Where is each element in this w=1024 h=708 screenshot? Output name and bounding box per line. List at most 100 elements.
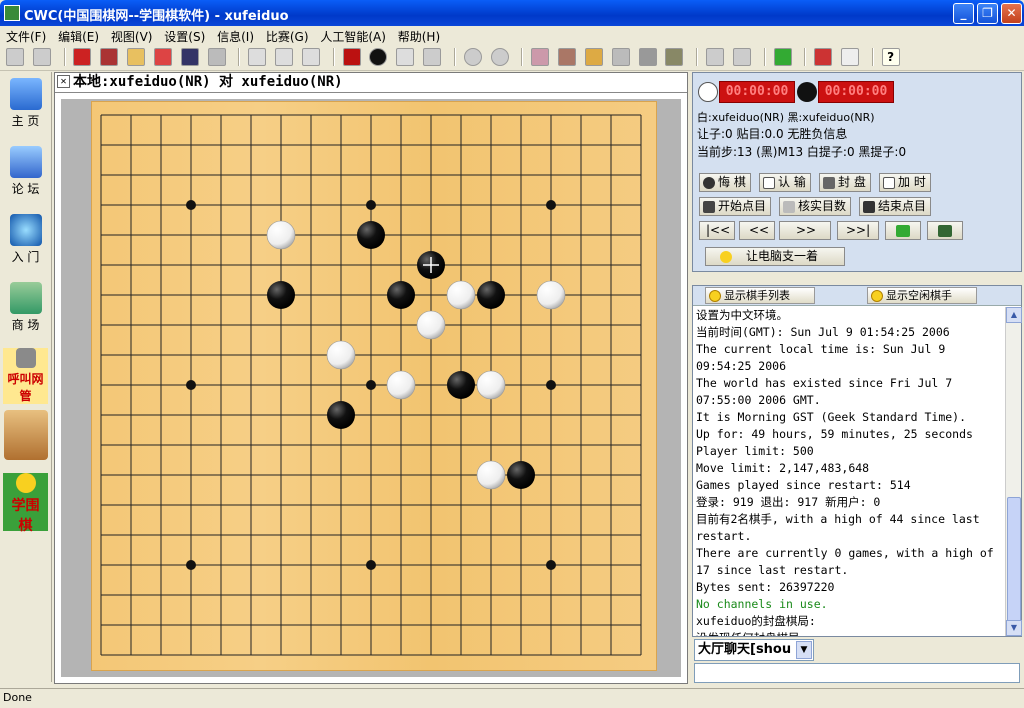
sidebar-item-shop[interactable]: 商 场	[0, 282, 51, 344]
white-stone	[476, 460, 506, 490]
addtime-button[interactable]: 加 时	[879, 173, 931, 192]
end-count-icon	[863, 201, 875, 213]
sidebar-item-label: 学围棋	[11, 498, 40, 534]
sidebar-item-learn-go[interactable]: 学围棋	[3, 473, 48, 534]
swap-icon[interactable]	[396, 48, 415, 66]
last-move-button[interactable]: >>|	[837, 221, 879, 240]
stones-icon[interactable]	[814, 48, 833, 66]
menu-ai[interactable]: 人工智能(A)	[318, 26, 392, 45]
tab-idle-players-label: 显示空闲棋手	[886, 289, 952, 302]
chat-input[interactable]	[694, 663, 1020, 683]
star-point	[366, 200, 376, 210]
globe-icon	[9, 214, 42, 246]
go-board[interactable]	[91, 101, 657, 671]
list-icon[interactable]	[706, 48, 725, 66]
players-line: 白:xufeiduo(NR) 黑:xufeiduo(NR)	[697, 111, 875, 124]
toolbar-btn-2[interactable]	[32, 48, 51, 66]
stop-icon[interactable]	[342, 48, 361, 66]
document-icon[interactable]	[732, 48, 751, 66]
forum-icon	[9, 146, 42, 178]
tools-icon[interactable]	[638, 48, 657, 66]
start-count-button[interactable]: 开始点目	[699, 197, 771, 216]
chat-line: 目前有2名棋手, with a high of 44 since last	[696, 512, 980, 526]
seal-button[interactable]: 封 盘	[819, 173, 871, 192]
menu-bar: 文件(F) 编辑(E) 视图(V) 设置(S) 信息(I) 比赛(G) 人工智能…	[0, 26, 1024, 45]
brush-icon[interactable]	[665, 48, 684, 66]
computer-move-button[interactable]: 让电脑支一着	[705, 247, 845, 266]
chat-panel: 显示棋手列表 显示空闲棋手 设置为中文环境。 当前时间(GMT): Sun Jul…	[692, 285, 1022, 637]
print-icon[interactable]	[207, 48, 226, 66]
status-bar: Done	[0, 688, 1024, 708]
goto-move-button[interactable]	[885, 221, 921, 240]
verify-count-button[interactable]: 核实目数	[779, 197, 851, 216]
close-board-icon[interactable]: ✕	[57, 75, 70, 88]
rules-line: 让子:0 贴目:0.0 无胜负信息	[697, 127, 848, 141]
new-game-icon[interactable]	[73, 48, 92, 66]
clock-icon	[883, 177, 895, 189]
scroll-down-icon[interactable]: ▼	[1006, 620, 1022, 636]
chat-line: Bytes sent: 26397220	[696, 580, 835, 594]
save-icon[interactable]	[180, 48, 199, 66]
tab-player-list[interactable]: 显示棋手列表	[705, 287, 815, 304]
open-folder-icon[interactable]	[127, 48, 146, 66]
star-point	[186, 380, 196, 390]
chat-scrollbar[interactable]: ▲ ▼	[1005, 307, 1022, 636]
chat-icon[interactable]	[840, 48, 859, 66]
tab-idle-players[interactable]: 显示空闲棋手	[867, 287, 977, 304]
pencil-icon[interactable]	[611, 48, 630, 66]
board-panel: ✕ 本地:xufeiduo(NR) 对 xufeiduo(NR)	[54, 72, 688, 684]
stone-count-icon[interactable]	[369, 48, 388, 66]
history-icon[interactable]	[490, 48, 509, 66]
observer-icon[interactable]	[558, 48, 577, 66]
menu-info[interactable]: 信息(I)	[215, 26, 260, 45]
toggle-marks-button[interactable]	[927, 221, 963, 240]
player-icon[interactable]	[531, 48, 550, 66]
info-icon[interactable]	[463, 48, 482, 66]
minimize-button[interactable]: _	[953, 3, 974, 24]
chevron-down-icon[interactable]: ▼	[796, 641, 812, 659]
scroll-up-icon[interactable]: ▲	[1006, 307, 1022, 323]
sidebar-item-label: 主 页	[11, 114, 40, 128]
sidebar-item-intro[interactable]: 入 门	[0, 214, 51, 276]
toolbar-separator	[332, 48, 335, 66]
delete-icon[interactable]	[153, 48, 172, 66]
toolbar-separator	[63, 48, 66, 66]
help-icon[interactable]: ?	[881, 48, 900, 66]
maximize-button[interactable]: ❐	[977, 3, 998, 24]
load-game-icon[interactable]	[100, 48, 119, 66]
menu-view[interactable]: 视图(V)	[109, 26, 159, 45]
menu-match[interactable]: 比赛(G)	[264, 26, 315, 45]
go-board-grid[interactable]	[91, 101, 657, 671]
menu-settings[interactable]: 设置(S)	[162, 26, 211, 45]
cut-icon[interactable]	[248, 48, 267, 66]
star-point	[546, 380, 556, 390]
end-count-button[interactable]: 结束点目	[859, 197, 931, 216]
resign-button[interactable]: 认 输	[759, 173, 811, 192]
forward-ten-button[interactable]: >>	[779, 221, 831, 240]
smiley-icon	[871, 290, 883, 302]
close-button[interactable]: ✕	[1001, 3, 1022, 24]
paste-icon[interactable]	[301, 48, 320, 66]
trophy-icon[interactable]	[584, 48, 603, 66]
channel-select[interactable]: 大厅聊天[shou ▼	[694, 639, 814, 661]
toolbar: ?	[0, 45, 1024, 71]
export-icon[interactable]	[773, 48, 792, 66]
menu-edit[interactable]: 编辑(E)	[56, 26, 105, 45]
toolbar-btn-1[interactable]	[6, 48, 24, 66]
flag-icon	[763, 177, 775, 189]
first-move-button[interactable]: |<<	[699, 221, 735, 240]
undo-button[interactable]: 悔 棋	[699, 173, 751, 192]
back-ten-button[interactable]: <<	[739, 221, 775, 240]
computer-move-label: 让电脑支一着	[746, 249, 819, 263]
menu-file[interactable]: 文件(F)	[4, 26, 52, 45]
sidebar-item-home[interactable]: 主 页	[0, 78, 51, 140]
chat-line: xufeiduo的封盘棋局:	[696, 614, 816, 628]
sidebar-item-bowl[interactable]	[0, 410, 51, 470]
sidebar-item-forum[interactable]: 论 坛	[0, 146, 51, 208]
sidebar-item-call-admin[interactable]: 呼叫网管	[3, 348, 48, 404]
copy-icon[interactable]	[275, 48, 294, 66]
menu-help[interactable]: 帮助(H)	[396, 26, 446, 45]
black-stone-icon	[797, 82, 817, 102]
keyboard-icon[interactable]	[423, 48, 442, 66]
scroll-thumb[interactable]	[1007, 497, 1021, 627]
